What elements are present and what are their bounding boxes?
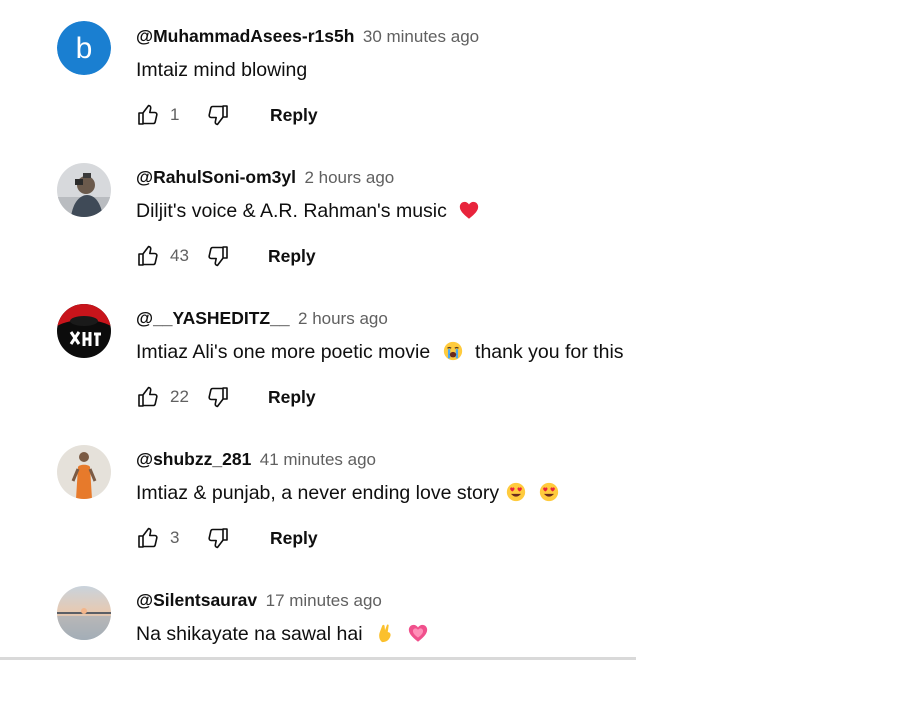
comment-timestamp[interactable]: 17 minutes ago bbox=[266, 591, 382, 610]
comment-author[interactable]: @shubzz_281 bbox=[136, 449, 251, 469]
comment-text: Imtaiz mind blowing bbox=[136, 57, 307, 83]
like-count: 43 bbox=[170, 246, 189, 265]
avatar[interactable] bbox=[57, 163, 111, 217]
avatar-letter: b bbox=[76, 32, 93, 65]
avatar[interactable]: b bbox=[57, 21, 111, 75]
red-heart-emoji-icon bbox=[458, 199, 480, 221]
like-button[interactable] bbox=[134, 524, 162, 552]
comment-author[interactable]: @MuhammadAsees-r1s5h bbox=[136, 26, 354, 46]
reply-button[interactable]: Reply bbox=[268, 387, 316, 408]
comment-timestamp[interactable]: 41 minutes ago bbox=[260, 450, 376, 469]
avatar[interactable] bbox=[57, 304, 111, 358]
comment-header: @Silentsaurav 17 minutes ago bbox=[136, 588, 382, 614]
letter-b-avatar-icon: b bbox=[57, 21, 111, 75]
divider bbox=[0, 657, 636, 660]
loudly-crying-face-emoji-icon bbox=[442, 340, 464, 362]
heart-eyes-emoji-icon bbox=[505, 481, 527, 503]
thumbs-down-outline-icon bbox=[206, 526, 230, 550]
like-button[interactable] bbox=[134, 242, 162, 270]
like-button[interactable] bbox=[134, 383, 162, 411]
comment-text-before: Imtiaz Ali's one more poetic movie bbox=[136, 341, 431, 363]
person-photo-avatar-icon bbox=[57, 163, 111, 217]
comment-timestamp[interactable]: 2 hours ago bbox=[304, 168, 394, 187]
comment-actions: 43 Reply bbox=[134, 241, 316, 271]
comment-text: Imtiaz & punjab, a never ending love sto… bbox=[136, 480, 562, 506]
comment-text: Imtiaz Ali's one more poetic movie thank… bbox=[136, 339, 624, 365]
comment-thread: b @MuhammadAsees-r1s5h 30 minutes ago Im… bbox=[0, 0, 907, 141]
comment-text: Na shikayate na sawal hai bbox=[136, 621, 431, 647]
like-count: 1 bbox=[170, 105, 180, 124]
standing-person-avatar-icon bbox=[57, 445, 111, 499]
comment-actions: 1 Reply bbox=[134, 100, 318, 130]
comment-timestamp[interactable]: 2 hours ago bbox=[298, 309, 388, 328]
comment-text-content: Diljit's voice & A.R. Rahman's music bbox=[136, 200, 447, 222]
comment-author[interactable]: @Silentsaurav bbox=[136, 590, 257, 610]
thumbs-up-outline-icon bbox=[136, 103, 160, 127]
thumbs-down-outline-icon bbox=[206, 103, 230, 127]
thumbs-up-outline-icon bbox=[136, 526, 160, 550]
comment-text-content: Na shikayate na sawal hai bbox=[136, 623, 363, 645]
sunset-lake-avatar-icon bbox=[57, 586, 111, 640]
avatar[interactable] bbox=[57, 586, 111, 640]
like-button[interactable] bbox=[134, 101, 162, 129]
comment-header: @__YASHEDITZ__ 2 hours ago bbox=[136, 306, 388, 332]
comment-thread: @RahulSoni-om3yl 2 hours ago Diljit's vo… bbox=[0, 141, 907, 282]
comment-text-content: Imtiaz & punjab, a never ending love sto… bbox=[136, 482, 500, 504]
avatar[interactable] bbox=[57, 445, 111, 499]
comment-thread: @Silentsaurav 17 minutes ago Na shikayat… bbox=[0, 564, 907, 705]
comment-author[interactable]: @RahulSoni-om3yl bbox=[136, 167, 296, 187]
thumbs-down-outline-icon bbox=[206, 385, 230, 409]
comment-header: @shubzz_281 41 minutes ago bbox=[136, 447, 376, 473]
comment-text-after: thank you for this bbox=[475, 341, 624, 363]
dislike-button[interactable] bbox=[204, 242, 232, 270]
reply-button[interactable]: Reply bbox=[270, 105, 318, 126]
like-count: 3 bbox=[170, 528, 180, 547]
thumbs-up-outline-icon bbox=[136, 244, 160, 268]
comment-text: Diljit's voice & A.R. Rahman's music bbox=[136, 198, 482, 224]
comment-actions: 22 Reply bbox=[134, 382, 316, 412]
reply-button[interactable]: Reply bbox=[268, 246, 316, 267]
comment-header: @MuhammadAsees-r1s5h 30 minutes ago bbox=[136, 24, 479, 50]
heart-eyes-emoji-icon bbox=[538, 481, 560, 503]
comment-text-content: Imtaiz mind blowing bbox=[136, 59, 308, 81]
thumbs-down-outline-icon bbox=[206, 244, 230, 268]
comment-actions: 3 Reply bbox=[134, 523, 318, 553]
comment-thread: @shubzz_281 41 minutes ago Imtiaz & punj… bbox=[0, 423, 907, 564]
growing-heart-emoji-icon bbox=[407, 622, 429, 644]
dislike-button[interactable] bbox=[204, 101, 232, 129]
comment-timestamp[interactable]: 30 minutes ago bbox=[363, 27, 479, 46]
pinched-fingers-emoji-icon bbox=[374, 622, 396, 644]
thumbs-up-outline-icon bbox=[136, 385, 160, 409]
red-black-logo-avatar-icon bbox=[57, 304, 111, 358]
dislike-button[interactable] bbox=[204, 383, 232, 411]
comment-header: @RahulSoni-om3yl 2 hours ago bbox=[136, 165, 394, 191]
comment-thread: @__YASHEDITZ__ 2 hours ago Imtiaz Ali's … bbox=[0, 282, 907, 423]
like-count: 22 bbox=[170, 387, 189, 406]
dislike-button[interactable] bbox=[204, 524, 232, 552]
comment-author[interactable]: @__YASHEDITZ__ bbox=[136, 308, 290, 328]
reply-button[interactable]: Reply bbox=[270, 528, 318, 549]
